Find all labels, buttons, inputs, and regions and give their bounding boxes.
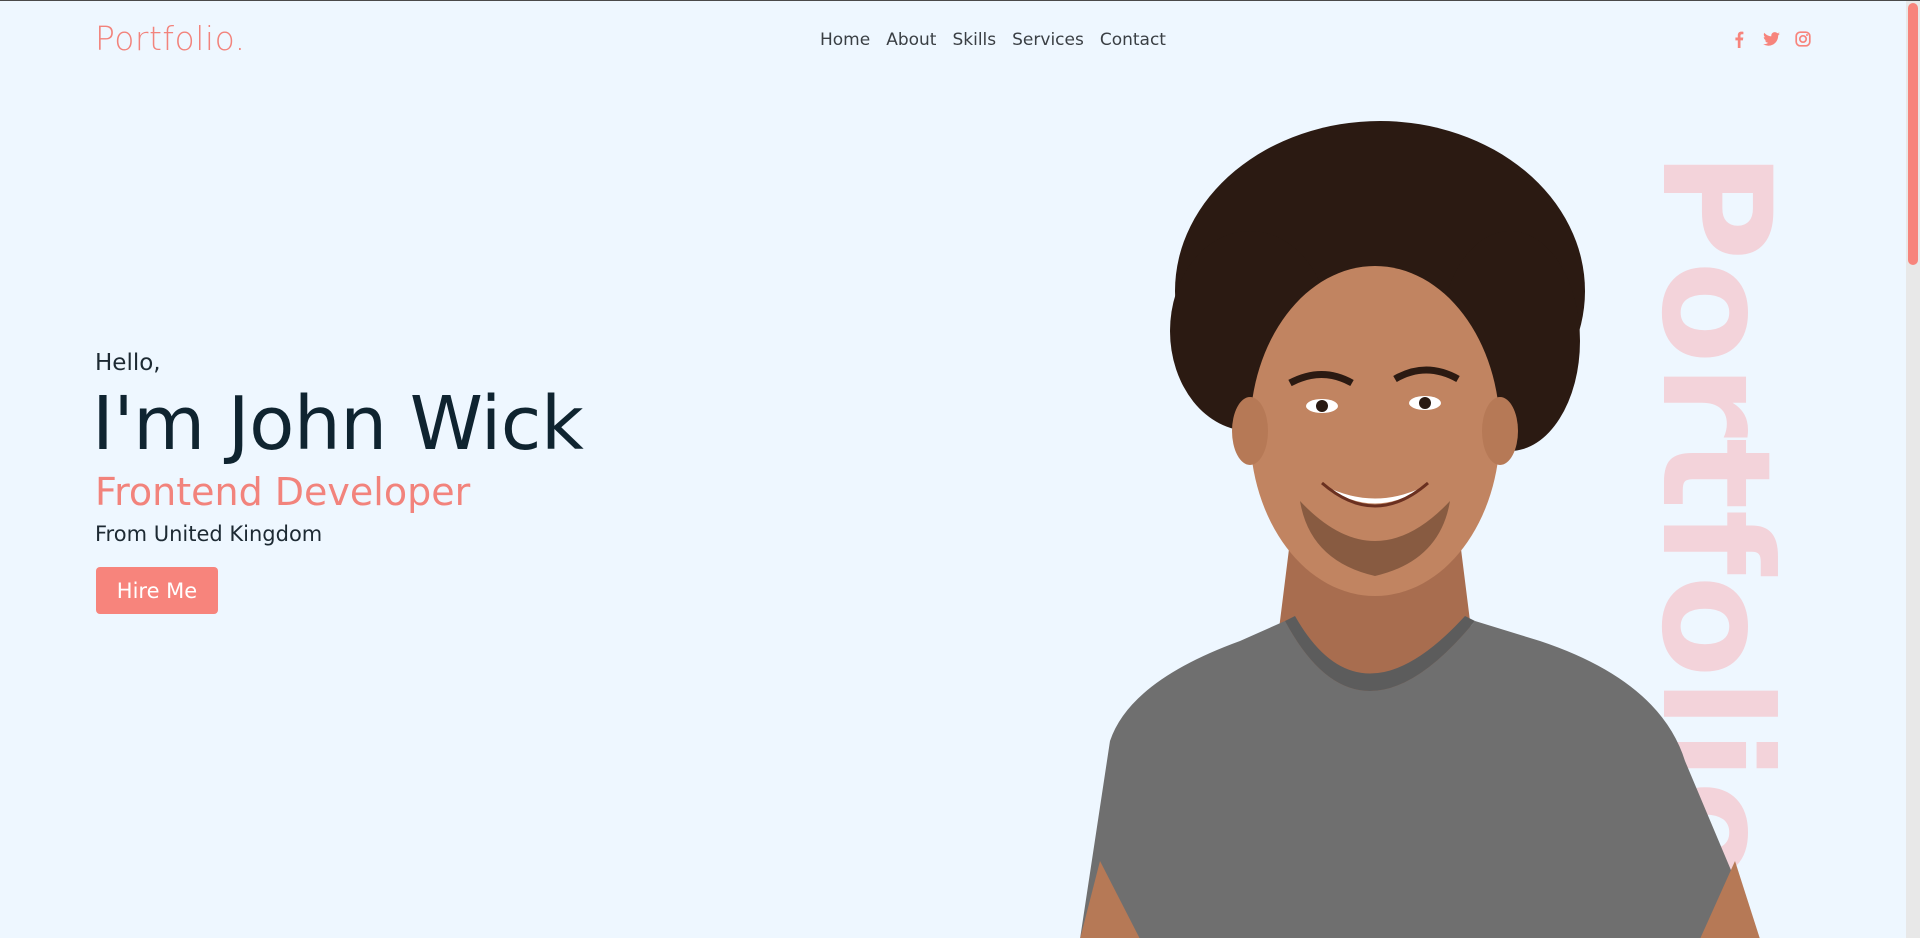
twitter-icon[interactable] <box>1762 30 1780 48</box>
scrollbar[interactable] <box>1906 1 1920 938</box>
hero-role: Frontend Developer <box>95 470 471 514</box>
social-links <box>1730 30 1812 48</box>
hire-me-button[interactable]: Hire Me <box>96 567 218 614</box>
site-logo[interactable]: Portfolio. <box>95 19 246 58</box>
hero-location: From United Kingdom <box>95 522 323 546</box>
nav-services[interactable]: Services <box>1012 30 1084 50</box>
instagram-icon[interactable] <box>1794 30 1812 48</box>
nav-skills[interactable]: Skills <box>952 30 996 50</box>
facebook-icon[interactable] <box>1730 30 1748 48</box>
nav-contact[interactable]: Contact <box>1100 30 1166 50</box>
portfolio-page: Portfolio. Home About Skills Services Co… <box>0 0 1920 938</box>
scrollbar-thumb[interactable] <box>1908 3 1918 265</box>
hero-name: I'm John Wick <box>92 381 584 467</box>
profile-portrait <box>1060 121 1780 938</box>
nav-about[interactable]: About <box>886 30 936 50</box>
hero-greeting: Hello, <box>95 350 161 376</box>
nav-home[interactable]: Home <box>820 30 870 50</box>
main-nav: Home About Skills Services Contact <box>820 30 1182 50</box>
